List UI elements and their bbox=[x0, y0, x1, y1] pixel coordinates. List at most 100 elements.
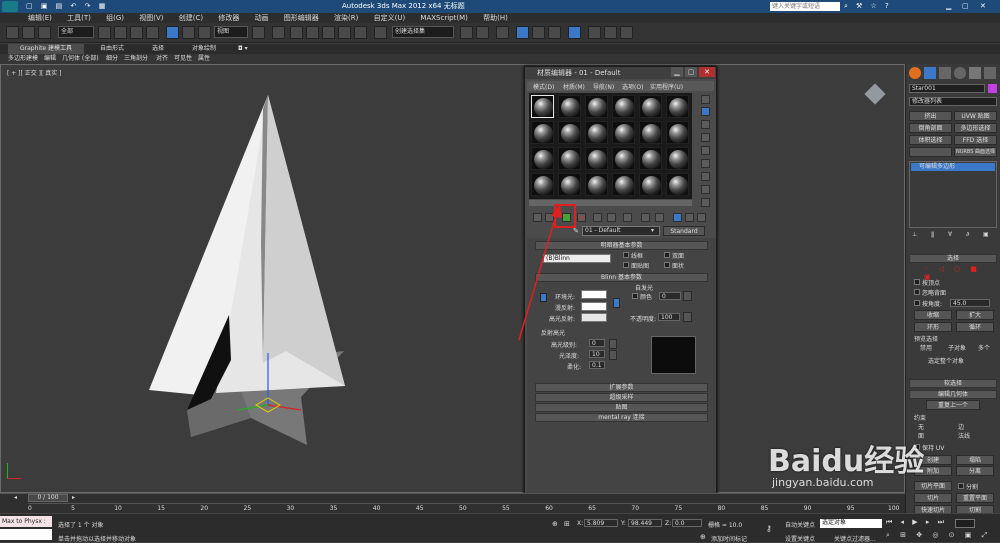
detach-button[interactable]: 分离 bbox=[956, 466, 994, 476]
maximize-button[interactable]: ▢ bbox=[962, 0, 969, 13]
sample-slot[interactable] bbox=[558, 173, 581, 196]
opacity-map-button[interactable] bbox=[683, 312, 692, 322]
show-end-result-icon[interactable] bbox=[673, 213, 682, 222]
cmd-tab-create-icon[interactable] bbox=[909, 67, 921, 79]
mat-close-button[interactable]: ✕ bbox=[699, 67, 715, 77]
subtab-edit[interactable]: 编辑 bbox=[44, 54, 56, 64]
menu-maxscript[interactable]: MAXScript(M) bbox=[420, 13, 467, 23]
selected-set-dropdown[interactable]: 选定对象 bbox=[820, 519, 882, 528]
select-scale-icon[interactable] bbox=[198, 26, 211, 39]
select-by-name-icon[interactable] bbox=[114, 26, 127, 39]
menu-tools[interactable]: 工具(T) bbox=[67, 13, 91, 23]
sample-slots[interactable] bbox=[529, 93, 692, 199]
preview-disable-radio[interactable]: 禁用 bbox=[920, 343, 932, 352]
playback-controls[interactable]: ⏮ ◂ ▶ ▸ ⏭ bbox=[886, 518, 952, 528]
go-sibling-icon[interactable] bbox=[697, 213, 706, 222]
sample-slot[interactable] bbox=[612, 121, 635, 144]
uv-tiling-icon[interactable] bbox=[701, 133, 710, 142]
attach-button[interactable]: 附加 bbox=[914, 466, 952, 476]
menu-edit[interactable]: 编辑(E) bbox=[28, 13, 52, 23]
rendered-frame-icon[interactable] bbox=[604, 26, 617, 39]
material-type-button[interactable]: Standard bbox=[663, 226, 705, 236]
snap-toggle-icon[interactable] bbox=[306, 26, 319, 39]
cmd-tab-display-icon[interactable] bbox=[969, 67, 981, 79]
soften-value[interactable]: 0.1 bbox=[589, 361, 605, 369]
nav-controls[interactable]: ⌕ ⊞ ✥ ◎ ⊙ ▣ ⤢ bbox=[886, 531, 996, 541]
star-cone-model[interactable] bbox=[1, 65, 904, 492]
show-in-viewport-icon[interactable] bbox=[655, 213, 664, 222]
menu-modifiers[interactable]: 修改器 bbox=[218, 13, 239, 23]
put-to-library-icon[interactable] bbox=[623, 213, 632, 222]
background-icon[interactable] bbox=[701, 120, 710, 129]
minimize-button[interactable]: ▁ bbox=[946, 0, 951, 13]
timeline-ruler[interactable]: 0 5 10 15 20 25 30 35 40 45 50 55 60 65 70 75 80 85 90 95 10… bbox=[28, 503, 900, 513]
by-angle-checkbox[interactable] bbox=[914, 300, 920, 306]
sample-slot[interactable] bbox=[666, 121, 689, 144]
select-rollout-header[interactable]: 选择 bbox=[909, 254, 997, 263]
pivot-center-icon[interactable] bbox=[252, 26, 265, 39]
self-illum-value[interactable]: 0 bbox=[659, 292, 681, 300]
material-name-field[interactable]: 01 - Default bbox=[582, 226, 660, 236]
render-production-icon[interactable] bbox=[620, 26, 633, 39]
search-icon[interactable]: ⌕ bbox=[844, 0, 848, 13]
menu-rendering[interactable]: 渲染(R) bbox=[334, 13, 358, 23]
extended-params-rollout[interactable]: 扩展参数 bbox=[535, 383, 708, 392]
schematic-view-icon[interactable] bbox=[548, 26, 561, 39]
sample-slot[interactable] bbox=[639, 121, 662, 144]
opacity-value[interactable]: 100 bbox=[658, 313, 680, 321]
split-checkbox[interactable] bbox=[958, 483, 964, 489]
sample-slot[interactable] bbox=[639, 173, 662, 196]
preserve-uv-checkbox[interactable] bbox=[914, 444, 920, 450]
sample-slot[interactable] bbox=[612, 173, 635, 196]
constraint-normal-radio[interactable]: 法线 bbox=[958, 431, 970, 440]
subobject-icons[interactable]: ⁖ ◁ ○ ■ ▣ bbox=[924, 265, 984, 281]
ambient-color-swatch[interactable] bbox=[581, 290, 607, 299]
reset-plane-button[interactable]: 重置平面 bbox=[956, 493, 994, 503]
sample-slot[interactable] bbox=[531, 121, 554, 144]
constraint-none-radio[interactable]: 无 bbox=[918, 422, 924, 431]
y-coord[interactable]: 98.449 bbox=[628, 519, 662, 527]
current-frame-field[interactable] bbox=[955, 519, 975, 528]
mat-menu-mode[interactable]: 模式(D) bbox=[533, 82, 554, 91]
ribbon-tab-freeform[interactable]: 自由形式 bbox=[100, 44, 124, 54]
menu-customize[interactable]: 自定义(U) bbox=[374, 13, 406, 23]
subtab-align[interactable]: 对齐 bbox=[156, 54, 168, 64]
mat-menu-options[interactable]: 选项(O) bbox=[622, 82, 643, 91]
sample-type-icon[interactable] bbox=[701, 95, 710, 104]
modifier-stack[interactable]: 可编辑多边形 bbox=[909, 161, 997, 228]
sample-slot[interactable] bbox=[666, 173, 689, 196]
eyedropper-icon[interactable]: ✎ bbox=[573, 227, 579, 235]
maxscript-listener[interactable]: Max to Physx : bbox=[0, 516, 52, 527]
make-unique-icon[interactable] bbox=[607, 213, 616, 222]
ribbon-tab-selection[interactable]: 选择 bbox=[152, 44, 164, 54]
sample-slot[interactable] bbox=[558, 147, 581, 170]
menu-views[interactable]: 视图(V) bbox=[139, 13, 163, 23]
add-time-tag-icon[interactable]: ⊕ bbox=[700, 533, 706, 541]
sample-slot[interactable] bbox=[639, 95, 662, 118]
object-color-swatch[interactable] bbox=[988, 84, 997, 93]
angle-snap-icon[interactable] bbox=[322, 26, 335, 39]
mat-minimize-button[interactable]: ▁ bbox=[671, 67, 683, 77]
menu-animation[interactable]: 动画 bbox=[255, 13, 269, 23]
close-button[interactable]: ✕ bbox=[980, 0, 986, 13]
backlight-icon[interactable] bbox=[701, 107, 710, 116]
edit-geometry-header[interactable]: 编辑几何体 bbox=[909, 390, 997, 399]
glossiness-value[interactable]: 10 bbox=[589, 350, 605, 358]
ribbon-tab-object-paint[interactable]: 对象绘制 bbox=[192, 44, 216, 54]
constraint-edge-radio[interactable]: 边 bbox=[958, 422, 964, 431]
cmd-tab-hierarchy-icon[interactable] bbox=[939, 67, 951, 79]
select-object-icon[interactable] bbox=[98, 26, 111, 39]
sample-slot[interactable] bbox=[585, 147, 608, 170]
edit-named-sel-icon[interactable] bbox=[374, 26, 387, 39]
stack-item-editable-poly[interactable]: 可编辑多边形 bbox=[911, 163, 995, 171]
named-selection-dropdown[interactable]: 创建选择集 bbox=[392, 26, 454, 38]
mat-menu-navigation[interactable]: 导航(N) bbox=[593, 82, 614, 91]
sample-slot[interactable] bbox=[531, 173, 554, 196]
glossiness-map-button[interactable] bbox=[609, 350, 617, 360]
timeline[interactable]: 0 / 100 ◂ ▸ 0 5 10 15 20 25 30 35 40 45 50 55 60 65 70… bbox=[0, 493, 905, 513]
specular-color-swatch[interactable] bbox=[581, 313, 607, 322]
mod-nurbs-select-button[interactable]: NURBS 曲面选择 bbox=[954, 147, 997, 157]
subtab-triangulate[interactable]: 三角剖分 bbox=[124, 54, 148, 64]
app-logo-icon[interactable] bbox=[2, 1, 18, 12]
subtab-visibility[interactable]: 可见性 bbox=[174, 54, 192, 64]
